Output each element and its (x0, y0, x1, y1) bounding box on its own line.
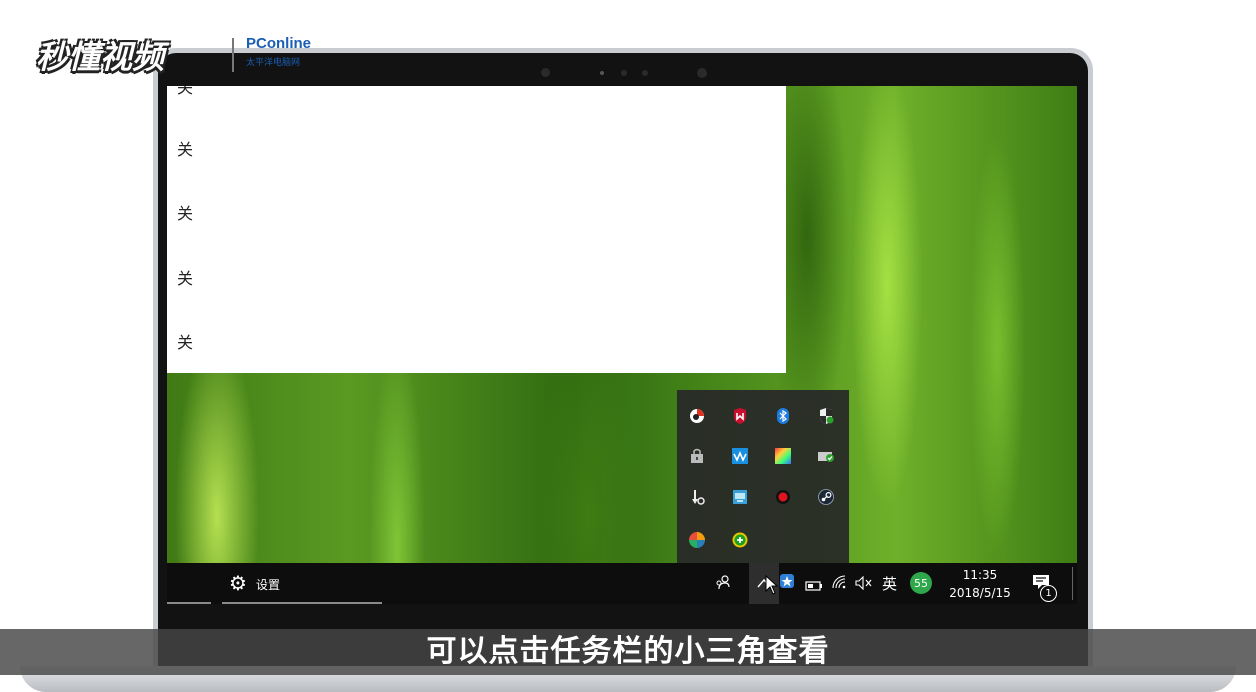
bezel-sensor (621, 70, 627, 76)
watermark-divider (232, 38, 234, 72)
settings-taskbar-button[interactable]: ⚙ 设置 (222, 563, 382, 604)
webcam (697, 68, 707, 78)
settings-panel: 关 关 关 关 关 (167, 86, 786, 373)
mcafee-shield-icon[interactable] (731, 407, 749, 425)
toggle-state-label: 关 (177, 140, 194, 159)
subtitle-text: 可以点击任务栏的小三角查看 (426, 634, 830, 669)
tray-overflow-popup (677, 390, 849, 564)
bluetooth-icon[interactable] (774, 407, 792, 425)
bezel-sensor (600, 71, 604, 75)
pinwheel-icon[interactable] (688, 531, 706, 549)
show-hidden-icons-button[interactable] (749, 563, 779, 604)
star-badge-icon[interactable] (779, 573, 795, 595)
partner-logo-subtitle: 太平洋电脑网 (246, 57, 301, 67)
input-method-indicator[interactable]: 英 (882, 573, 897, 594)
clock[interactable]: 11:35 2018/5/15 (943, 563, 1017, 604)
wifi-icon[interactable] (831, 574, 847, 594)
display-icon[interactable] (731, 488, 749, 506)
settings-taskbar-label: 设置 (256, 578, 281, 592)
steam-icon[interactable] (817, 488, 835, 506)
action-center-button[interactable]: 1 (1027, 568, 1057, 602)
notification-count: 1 (1045, 588, 1052, 599)
green-badge-number: 55 (914, 576, 928, 590)
color-palette-icon[interactable] (774, 447, 792, 465)
people-icon[interactable] (715, 574, 731, 594)
record-icon[interactable] (688, 407, 706, 425)
volume-muted-icon[interactable] (855, 575, 873, 594)
taskbar-item-underline (167, 602, 211, 604)
clock-date: 2018/5/15 (949, 586, 1011, 600)
security-shield-icon[interactable] (817, 407, 835, 425)
taskbar: ⚙ 设置 英 55 11:35 2018/5/15 1 (167, 563, 1077, 604)
green-badge[interactable]: 55 (910, 572, 932, 594)
toggle-state-label: 关 (177, 269, 194, 288)
battery-icon[interactable] (805, 577, 823, 596)
red-dot-icon[interactable] (774, 488, 792, 506)
bezel-sensor (541, 68, 550, 77)
clock-time: 11:35 (962, 568, 998, 582)
taskbar-item-underline (222, 602, 382, 604)
partner-logo: PConline (246, 35, 312, 52)
checkmark-device-icon[interactable] (817, 447, 835, 465)
desktop-screen: 关 关 关 关 关 ⚙ 设置 英 55 11:35 2018/5/15 1 (167, 86, 1077, 604)
audio-wave-icon[interactable] (731, 447, 749, 465)
bezel-sensor (642, 70, 648, 76)
toggle-state-label: 关 (177, 204, 194, 223)
lock-icon[interactable] (688, 447, 706, 465)
toggle-state-label: 关 (177, 86, 194, 97)
gear-icon: ⚙ (229, 571, 247, 595)
mouse-cursor-icon (765, 574, 779, 599)
toggle-state-label: 关 (177, 333, 194, 352)
usb-settings-icon[interactable] (688, 488, 706, 506)
watermark-logo: 秒懂视频 (36, 38, 165, 76)
show-desktop-divider[interactable] (1072, 567, 1073, 600)
notification-count-badge: 1 (1040, 585, 1057, 602)
green-plus-icon[interactable] (731, 531, 749, 549)
